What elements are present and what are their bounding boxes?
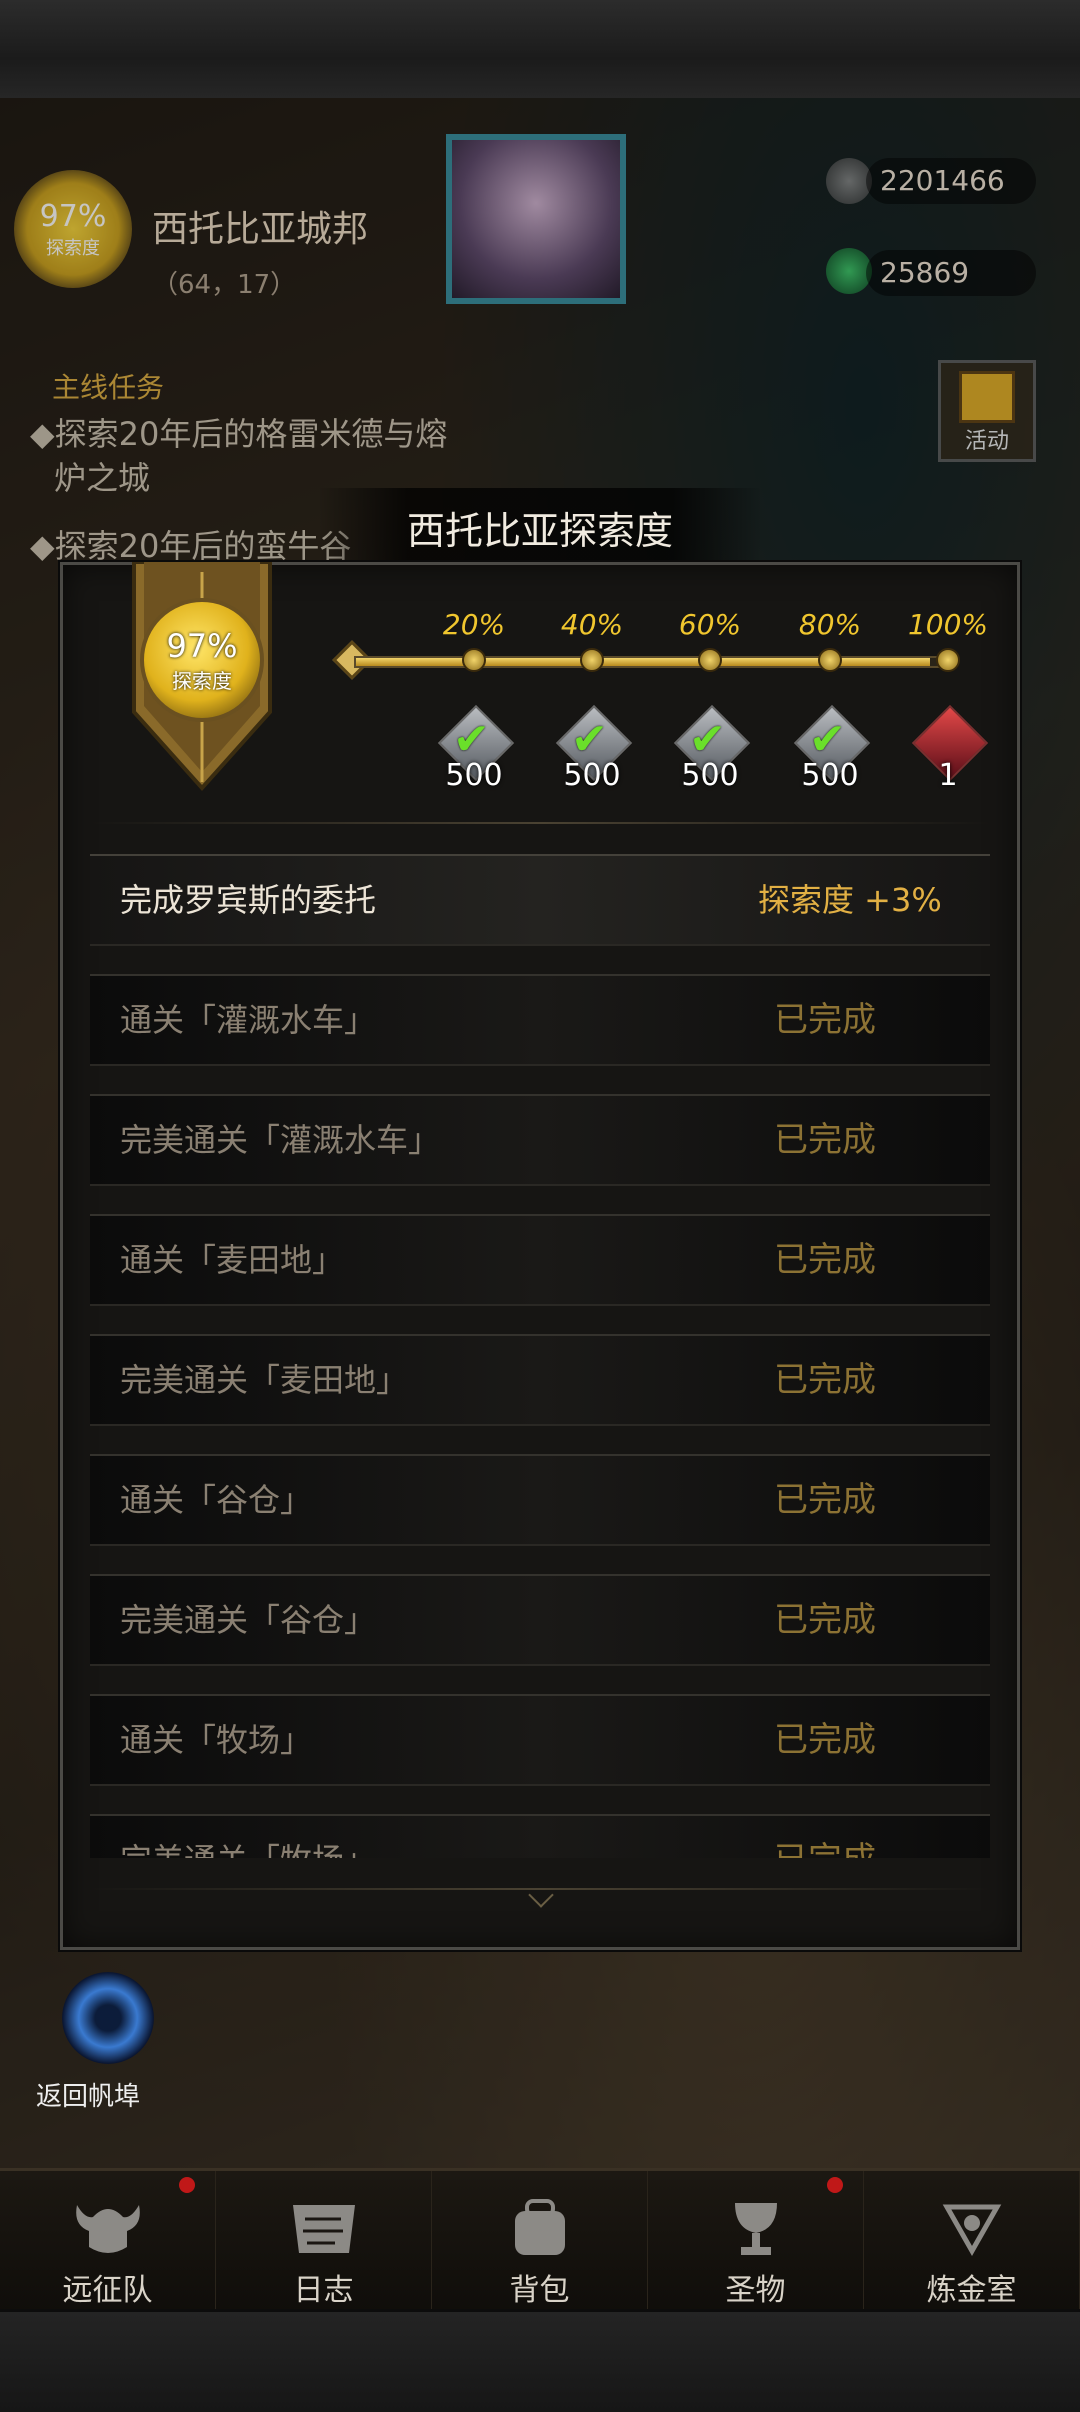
alchemy-icon — [933, 2195, 1011, 2261]
nav-label: 背包 — [509, 2273, 570, 2308]
task-row[interactable]: 完成罗宾斯的委托 探索度 +3% — [90, 854, 990, 946]
explore-label: 探索度 — [46, 237, 100, 259]
task-status: 已完成 — [774, 1120, 876, 1160]
gift-box-icon — [959, 371, 1015, 423]
milestone-reward-count: 500 — [681, 758, 739, 793]
notification-dot — [179, 2177, 195, 2193]
section-divider — [90, 822, 990, 824]
milestone-pct: 20% — [442, 608, 506, 641]
milestone-node — [580, 648, 604, 672]
nav-label: 炼金室 — [926, 2273, 1017, 2308]
milestone-reward-count: 500 — [445, 758, 503, 793]
quest-item-1-cont: 炉之城 — [54, 459, 151, 497]
return-port-label[interactable]: 返回帆埠 — [36, 2076, 140, 2113]
nav-item-1[interactable]: 日志 — [216, 2171, 432, 2317]
task-name: 通关「牧场」 — [120, 1721, 313, 1759]
event-gift-button[interactable]: 活动 — [938, 360, 1036, 462]
task-status: 已完成 — [774, 1600, 876, 1640]
task-name: 完美通关「灌溉水车」 — [120, 1121, 441, 1159]
task-row: 完美通关「灌溉水车」 已完成 — [90, 1094, 990, 1186]
task-row: 通关「麦田地」 已完成 — [90, 1214, 990, 1306]
nav-item-0[interactable]: 远征队 — [0, 2171, 216, 2317]
backpack-icon — [501, 2195, 579, 2261]
bottom-nav: 远征队 日志 背包 圣物 炼金室 — [0, 2168, 1080, 2317]
nav-item-4[interactable]: 炼金室 — [864, 2171, 1080, 2317]
explore-pct: 97% — [39, 198, 107, 234]
top-frame — [0, 0, 1080, 101]
task-row: 完美通关「谷仓」 已完成 — [90, 1574, 990, 1666]
milestone-reward-count: 1 — [938, 758, 958, 793]
event-label: 活动 — [964, 429, 1009, 454]
stone-currency-value: 2201466 — [866, 158, 1036, 204]
progress-fill — [356, 658, 931, 666]
task-status: 已完成 — [774, 1000, 876, 1040]
badge-pct: 97% — [166, 626, 238, 665]
nav-item-3[interactable]: 圣物 — [648, 2171, 864, 2317]
task-status: 已完成 — [774, 1360, 876, 1400]
nav-label: 圣物 — [725, 2273, 786, 2308]
task-list[interactable]: 完成罗宾斯的委托 探索度 +3% 通关「灌溉水车」 已完成 完美通关「灌溉水车」 已完成通… — [90, 854, 990, 1858]
task-name: 通关「灌溉水车」 — [120, 1001, 377, 1039]
task-status: 已完成 — [774, 1816, 876, 1858]
main-quest-title: 主线任务 — [52, 371, 165, 404]
milestone-reward-count: 500 — [801, 758, 859, 793]
milestone-node — [936, 648, 960, 672]
portal-icon[interactable] — [62, 1972, 154, 2064]
task-row: 通关「牧场」 已完成 — [90, 1694, 990, 1786]
task-row: 完美通关「麦田地」 已完成 — [90, 1334, 990, 1426]
bottom-frame — [0, 2309, 1080, 2412]
task-row: 完美通关「牧场」 已完成 — [90, 1814, 990, 1858]
task-name: 通关「麦田地」 — [120, 1241, 345, 1279]
city-coordinates: （64，17） — [152, 270, 297, 300]
task-name: 完美通关「牧场」 — [120, 1816, 376, 1858]
exploration-progress-bar — [354, 656, 950, 668]
task-name: 通关「谷仓」 — [120, 1481, 313, 1519]
map-scroll-icon — [285, 2195, 363, 2261]
task-row: 通关「灌溉水车」 已完成 — [90, 974, 990, 1066]
milestone-reward-count: 500 — [563, 758, 621, 793]
notification-dot — [827, 2177, 843, 2193]
emerald-currency-value: 25869 — [866, 250, 1036, 296]
milestone-node — [462, 648, 486, 672]
task-row: 通关「谷仓」 已完成 — [90, 1454, 990, 1546]
chalice-icon — [717, 2195, 795, 2261]
task-name: 完美通关「谷仓」 — [120, 1601, 377, 1639]
viking-helmet-icon — [69, 2195, 147, 2261]
badge-label: 探索度 — [172, 668, 232, 693]
nav-label: 日志 — [293, 2273, 354, 2308]
city-name: 西托比亚城邦 — [152, 209, 369, 250]
task-status: 已完成 — [774, 1480, 876, 1520]
exploration-badge: 97% 探索度 — [140, 598, 264, 722]
task-status: 已完成 — [774, 1720, 876, 1760]
milestone-node — [698, 648, 722, 672]
nav-label: 远征队 — [62, 2273, 153, 2308]
hero-portrait[interactable] — [446, 134, 626, 304]
task-reward: 探索度 +3% — [758, 881, 942, 919]
modal-title: 西托比亚探索度 — [406, 509, 673, 553]
milestone-pct: 40% — [560, 608, 624, 641]
quest-item-1[interactable]: ◆探索20年后的格雷米德与熔 — [30, 412, 447, 456]
task-status: 已完成 — [774, 1240, 876, 1280]
milestone-pct: 60% — [678, 608, 742, 641]
milestone-pct: 80% — [798, 608, 862, 641]
milestone-node — [818, 648, 842, 672]
milestone-pct: 100% — [907, 608, 989, 641]
explore-progress-badge[interactable]: 97% 探索度 — [14, 170, 132, 288]
task-name: 完美通关「麦田地」 — [120, 1361, 409, 1399]
nav-item-2[interactable]: 背包 — [432, 2171, 648, 2317]
task-name: 完成罗宾斯的委托 — [120, 881, 377, 919]
